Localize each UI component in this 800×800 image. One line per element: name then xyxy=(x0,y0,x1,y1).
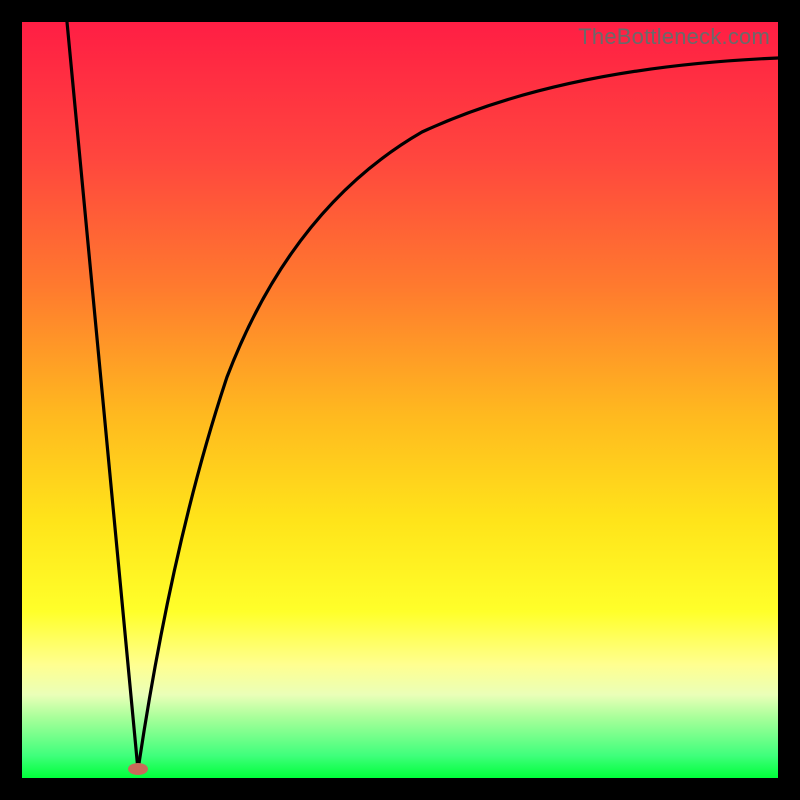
chart-frame: TheBottleneck.com xyxy=(0,0,800,800)
curve-left-branch xyxy=(67,22,138,770)
curve-right-branch xyxy=(138,58,778,770)
chart-plot-area: TheBottleneck.com xyxy=(22,22,778,778)
bottleneck-curve xyxy=(22,22,778,778)
minimum-marker xyxy=(128,763,148,775)
